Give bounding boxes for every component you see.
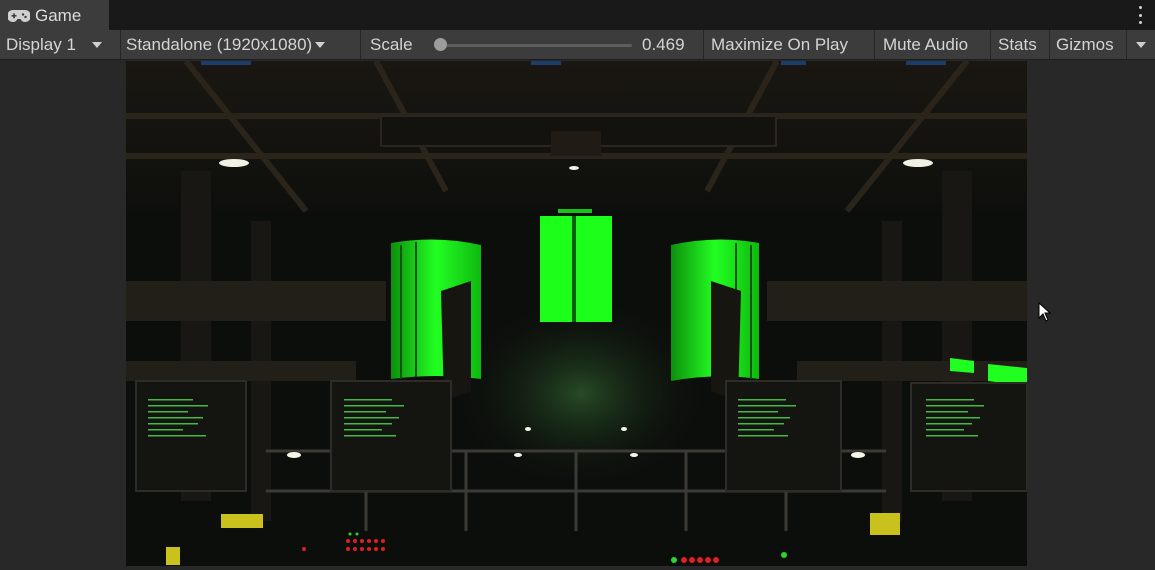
scale-label: Scale bbox=[370, 34, 413, 54]
scale-slider-track[interactable] bbox=[436, 44, 632, 47]
game-window: Game Display 1 Standalone (1920x1080) Sc… bbox=[0, 0, 1155, 570]
resolution-label: Standalone (1920x1080) bbox=[126, 34, 313, 54]
scale-value[interactable]: 0.469 bbox=[642, 35, 698, 55]
gizmos-toggle[interactable]: Gizmos bbox=[1050, 30, 1127, 59]
mouse-cursor-icon bbox=[1038, 302, 1052, 322]
stats-toggle[interactable]: Stats bbox=[991, 30, 1050, 59]
tab-strip: Game bbox=[0, 0, 1155, 31]
display-dropdown[interactable]: Display 1 bbox=[0, 30, 121, 59]
more-options-icon[interactable] bbox=[1137, 6, 1143, 24]
maximize-label: Maximize On Play bbox=[711, 34, 848, 54]
game-viewport[interactable] bbox=[126, 61, 1027, 566]
display-label: Display 1 bbox=[6, 34, 76, 54]
tab-game[interactable]: Game bbox=[0, 0, 110, 31]
game-scene bbox=[126, 61, 1027, 566]
scale-slider-thumb[interactable] bbox=[433, 38, 447, 51]
mute-audio-toggle[interactable]: Mute Audio bbox=[875, 30, 991, 59]
gamepad-icon bbox=[8, 9, 30, 22]
chevron-down-icon bbox=[91, 41, 102, 48]
chevron-down-icon bbox=[1136, 41, 1146, 48]
gizmos-label: Gizmos bbox=[1056, 34, 1114, 54]
tab-title: Game bbox=[35, 5, 82, 25]
gizmos-dropdown[interactable] bbox=[1127, 30, 1155, 59]
game-toolbar: Display 1 Standalone (1920x1080) Scale 0… bbox=[0, 30, 1155, 60]
maximize-on-play-toggle[interactable]: Maximize On Play bbox=[704, 30, 875, 59]
chevron-down-icon bbox=[315, 41, 326, 48]
mute-label: Mute Audio bbox=[883, 34, 969, 54]
stats-label: Stats bbox=[998, 34, 1037, 54]
resolution-dropdown[interactable]: Standalone (1920x1080) bbox=[121, 30, 361, 59]
